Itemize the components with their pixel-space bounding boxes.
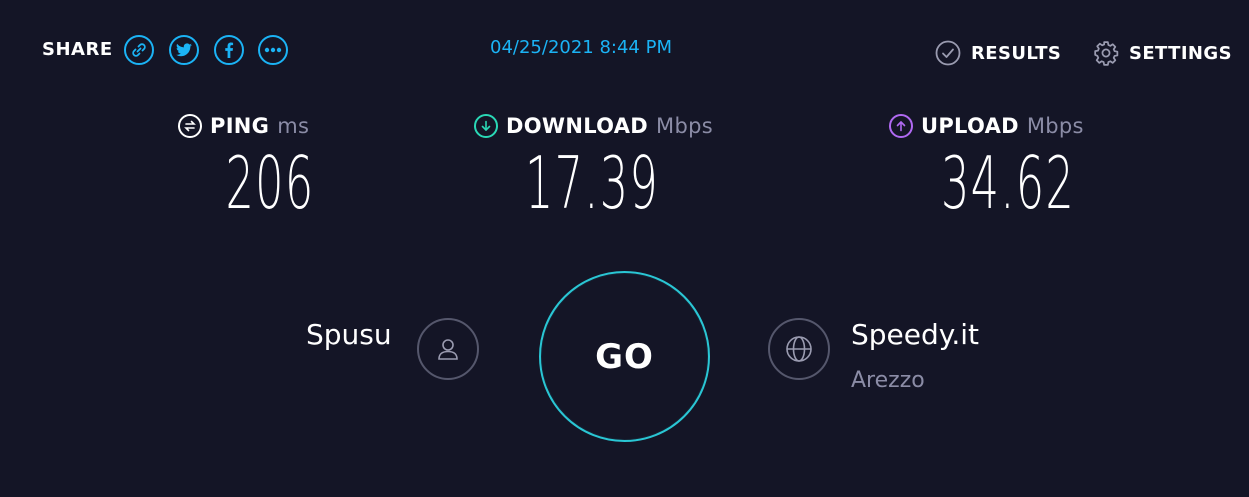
upload-arrow-icon [889,114,913,138]
settings-label: SETTINGS [1129,42,1232,64]
download-unit: Mbps [656,114,713,138]
upload-value: 34.62 [941,141,1075,225]
download-header: DOWNLOAD Mbps [474,114,713,138]
results-link[interactable]: RESULTS [935,40,1061,66]
ping-value: 206 [225,141,315,225]
server-button[interactable] [768,318,830,380]
isp-button[interactable] [417,318,479,380]
isp-name: Spusu [306,318,392,351]
link-icon[interactable] [124,35,154,65]
download-arrow-icon [474,114,498,138]
results-label: RESULTS [971,42,1062,64]
facebook-icon[interactable] [214,35,244,65]
twitter-icon[interactable] [169,35,199,65]
go-button[interactable]: GO [539,271,710,442]
ping-icon [178,114,202,138]
upload-label: UPLOAD [921,114,1019,138]
check-circle-icon [935,40,961,66]
go-label: GO [595,336,654,377]
gear-icon [1093,40,1119,66]
server-location: Arezzo [851,368,925,393]
globe-icon [784,334,814,364]
ping-unit: ms [277,114,310,138]
ping-header: PING ms [178,114,309,138]
ping-label: PING [210,114,270,138]
server-name[interactable]: Speedy.it [851,318,979,351]
upload-header: UPLOAD Mbps [889,114,1084,138]
settings-link[interactable]: SETTINGS [1093,40,1232,66]
more-icon[interactable] [258,35,288,65]
download-value: 17.39 [525,141,659,225]
share-label: SHARE [42,39,113,60]
download-label: DOWNLOAD [506,114,649,138]
upload-unit: Mbps [1026,114,1084,138]
user-icon [434,335,462,363]
test-timestamp: 04/25/2021 8:44 PM [490,37,672,58]
